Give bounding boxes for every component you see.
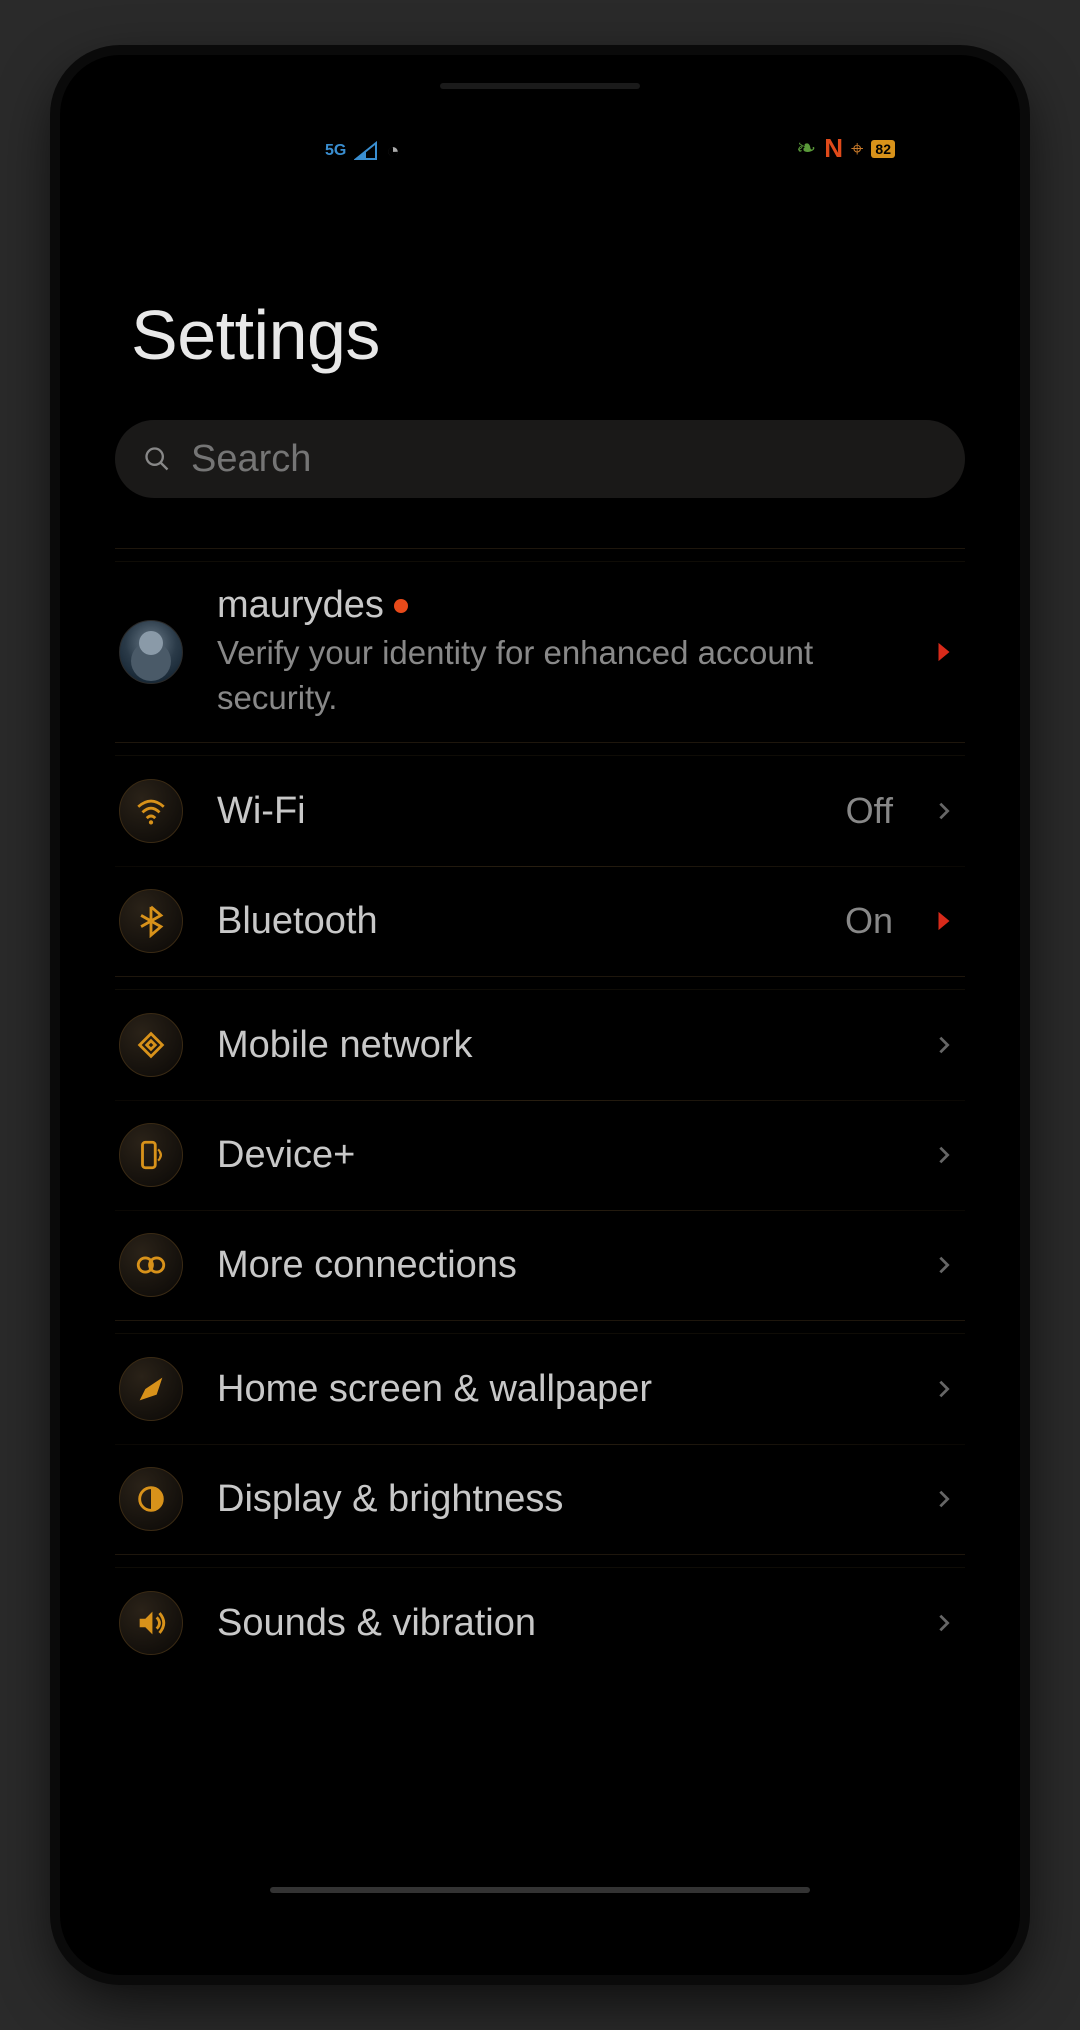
home-indicator[interactable] — [270, 1887, 810, 1893]
leaf-icon: ❧ — [796, 134, 816, 163]
network-type-icon: 5G — [325, 142, 346, 160]
group-separator — [115, 1320, 965, 1334]
brush-icon — [119, 1357, 183, 1421]
account-subtitle: Verify your identity for enhanced accoun… — [217, 631, 899, 720]
group-separator — [115, 976, 965, 990]
chevron-right-icon — [933, 910, 955, 932]
row-label: Home screen & wallpaper — [217, 1368, 652, 1411]
chevron-right-icon — [933, 1612, 955, 1634]
settings-row-wifi[interactable]: Wi-Fi Off — [115, 756, 965, 866]
group-separator — [115, 548, 965, 562]
account-username: maurydes — [217, 584, 384, 627]
battery-icon: 82 — [871, 140, 895, 158]
screen: 5G ◔ ❧ N ⌖ 82 Settings — [85, 105, 995, 1915]
chevron-right-icon — [933, 641, 955, 663]
row-label: Bluetooth — [217, 900, 378, 943]
settings-row-display-brightness[interactable]: Display & brightness — [115, 1444, 965, 1554]
row-label: Wi-Fi — [217, 790, 306, 833]
account-row[interactable]: maurydes Verify your identity for enhanc… — [115, 562, 965, 742]
signal-icon — [354, 141, 378, 161]
settings-row-sounds-vibration[interactable]: Sounds & vibration — [115, 1568, 965, 1678]
settings-row-home-wallpaper[interactable]: Home screen & wallpaper — [115, 1334, 965, 1444]
settings-row-bluetooth[interactable]: Bluetooth On — [115, 866, 965, 976]
phone-frame: 5G ◔ ❧ N ⌖ 82 Settings — [60, 55, 1020, 1975]
wifi-icon — [119, 779, 183, 843]
chevron-right-icon — [933, 800, 955, 822]
row-label: More connections — [217, 1244, 517, 1287]
settings-row-mobile-network[interactable]: Mobile network — [115, 990, 965, 1100]
cloud-icon: ◔ — [386, 138, 399, 164]
row-label: Sounds & vibration — [217, 1602, 536, 1645]
sound-icon — [119, 1591, 183, 1655]
chevron-right-icon — [933, 1144, 955, 1166]
chevron-right-icon — [933, 1378, 955, 1400]
row-value: On — [845, 900, 893, 942]
link-icon — [119, 1233, 183, 1297]
chevron-right-icon — [933, 1254, 955, 1276]
settings-list: maurydes Verify your identity for enhanc… — [115, 548, 965, 1678]
status-right: ❧ N ⌖ 82 — [796, 133, 895, 164]
row-value: Off — [846, 790, 893, 832]
nfc-icon: N — [824, 133, 843, 164]
avatar — [119, 620, 183, 684]
bluetooth-status-icon: ⌖ — [851, 136, 863, 162]
bluetooth-icon — [119, 889, 183, 953]
status-bar: 5G ◔ ❧ N ⌖ 82 — [85, 105, 995, 170]
sim-icon — [119, 1013, 183, 1077]
status-left: 5G ◔ — [325, 138, 400, 164]
search-input[interactable] — [191, 438, 937, 481]
device-icon — [119, 1123, 183, 1187]
chevron-right-icon — [933, 1488, 955, 1510]
group-separator — [115, 1554, 965, 1568]
page-title: Settings — [131, 295, 965, 375]
brightness-icon — [119, 1467, 183, 1531]
search-box[interactable] — [115, 420, 965, 498]
alert-dot-icon — [394, 599, 408, 613]
search-icon — [143, 445, 171, 473]
row-label: Device+ — [217, 1134, 355, 1177]
settings-row-device-plus[interactable]: Device+ — [115, 1100, 965, 1210]
group-separator — [115, 742, 965, 756]
row-label: Mobile network — [217, 1024, 473, 1067]
row-label: Display & brightness — [217, 1478, 563, 1521]
chevron-right-icon — [933, 1034, 955, 1056]
settings-row-more-connections[interactable]: More connections — [115, 1210, 965, 1320]
